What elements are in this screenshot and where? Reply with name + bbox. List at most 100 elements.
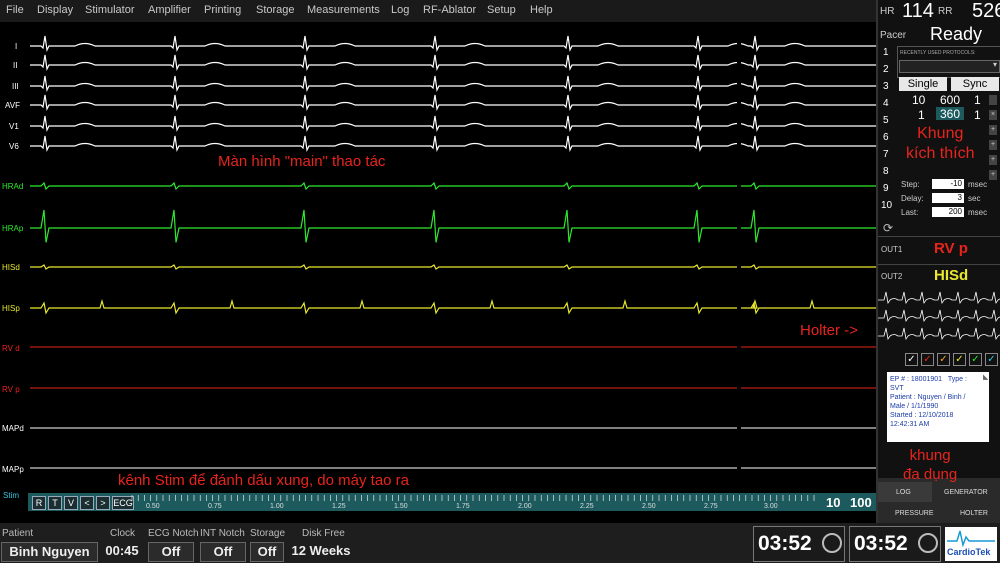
waveform-iii bbox=[30, 75, 876, 92]
s2-count[interactable]: 1 bbox=[918, 108, 925, 122]
storage-toggle[interactable]: Off bbox=[250, 542, 284, 562]
check-green[interactable]: ✓ bbox=[969, 353, 982, 366]
chevron-down-icon: ▾ bbox=[992, 60, 997, 69]
logo-ecg-icon bbox=[947, 530, 995, 547]
tick-label: 1.25 bbox=[332, 503, 346, 510]
rr-value: 526 bbox=[972, 0, 1000, 22]
last-label: Last: bbox=[901, 208, 919, 217]
menu-printing[interactable]: Printing bbox=[204, 4, 241, 16]
check-white[interactable]: ✓ bbox=[905, 353, 918, 366]
tab-holter[interactable]: HOLTER bbox=[960, 510, 988, 517]
s2-interval[interactable]: 360 bbox=[936, 107, 964, 121]
refresh-icon[interactable]: ⟳ bbox=[883, 221, 893, 235]
row-remove-button[interactable]: × bbox=[989, 110, 997, 120]
recent-protocols-label: RECENTLY USED PROTOCOLS: bbox=[900, 50, 976, 56]
s1-count[interactable]: 10 bbox=[912, 93, 925, 107]
pacer-status: Ready bbox=[930, 24, 983, 44]
pacer-label: Pacer bbox=[880, 30, 907, 41]
menu-bar: File Display Stimulator Amplifier Printi… bbox=[0, 0, 876, 22]
row-number: 4 bbox=[883, 98, 889, 109]
card-corner-icon: ◣ bbox=[983, 374, 989, 381]
s1-multiplier[interactable]: 1 bbox=[974, 93, 981, 107]
channel-label-stim: Stim bbox=[3, 491, 19, 500]
out1-label: OUT1 bbox=[881, 245, 903, 254]
tick-label: 1.75 bbox=[456, 503, 470, 510]
row-toggle-button[interactable] bbox=[989, 95, 997, 105]
menu-stimulator[interactable]: Stimulator bbox=[85, 4, 135, 16]
check-yellow[interactable]: ✓ bbox=[953, 353, 966, 366]
single-button[interactable]: Single bbox=[899, 77, 947, 91]
tab-log[interactable]: LOG bbox=[896, 489, 911, 496]
menu-storage[interactable]: Storage bbox=[256, 4, 295, 16]
row-number: 9 bbox=[883, 183, 889, 194]
s1-interval[interactable]: 600 bbox=[940, 93, 960, 107]
timer-2-value: 03:52 bbox=[854, 532, 908, 555]
menu-amplifier[interactable]: Amplifier bbox=[148, 4, 191, 16]
check-cyan[interactable]: ✓ bbox=[985, 353, 998, 366]
menu-file[interactable]: File bbox=[6, 4, 24, 16]
hr-value: 114 bbox=[902, 0, 934, 22]
timer-1-value: 03:52 bbox=[758, 532, 812, 555]
cardiotek-logo: CardioTek bbox=[945, 527, 997, 561]
row-number: 3 bbox=[883, 81, 889, 92]
started-time: 12:42:31 AM bbox=[890, 421, 930, 428]
tick-label: 2.75 bbox=[704, 503, 718, 510]
menu-log[interactable]: Log bbox=[391, 4, 409, 16]
patient-name[interactable]: Binh Nguyen bbox=[1, 542, 98, 562]
add-row-button[interactable]: + bbox=[989, 140, 997, 150]
protocol-select[interactable]: ▾ bbox=[899, 60, 1000, 73]
tick-label: 2.25 bbox=[580, 503, 594, 510]
out1-channel[interactable]: RV p bbox=[934, 240, 968, 257]
int-notch-toggle[interactable]: Off bbox=[200, 542, 246, 562]
patient-info-card: EP # : 18001901 Type : SVT Patient : Ngu… bbox=[887, 372, 989, 442]
waveform-hisp bbox=[30, 298, 876, 315]
delay-unit: sec bbox=[968, 194, 981, 203]
step-unit: msec bbox=[968, 180, 988, 189]
sweep-speed[interactable]: 10 bbox=[826, 495, 840, 510]
disk-free-label: Disk Free bbox=[302, 528, 345, 539]
menu-setup[interactable]: Setup bbox=[487, 4, 516, 16]
out2-channel[interactable]: HISd bbox=[934, 267, 968, 284]
tick-label: 2.00 bbox=[518, 503, 532, 510]
row-number: 10 bbox=[881, 200, 893, 211]
tick-label: 0.75 bbox=[208, 503, 222, 510]
menu-rf-ablator[interactable]: RF-Ablator bbox=[423, 4, 476, 16]
add-row-button[interactable]: + bbox=[989, 170, 997, 180]
waveform-i bbox=[30, 35, 876, 52]
last-field[interactable]: 200 bbox=[932, 207, 964, 217]
multipurpose-frame-annotation: khung đa dụng bbox=[903, 447, 958, 483]
logo-text: CardioTek bbox=[947, 547, 991, 557]
check-red[interactable]: ✓ bbox=[921, 353, 934, 366]
stopwatch-icon bbox=[822, 533, 842, 553]
s2-multiplier[interactable]: 1 bbox=[974, 108, 981, 122]
tab-pressure[interactable]: PRESSURE bbox=[895, 510, 934, 517]
delay-field[interactable]: 3 bbox=[932, 193, 964, 203]
type-value: SVT bbox=[890, 385, 904, 392]
holter-trace bbox=[878, 309, 1000, 323]
row-number: 5 bbox=[883, 115, 889, 126]
gain-value[interactable]: 100 bbox=[850, 495, 872, 510]
tick-label: 3.00 bbox=[764, 503, 778, 510]
step-field[interactable]: -10 bbox=[932, 179, 964, 189]
tick-label: 1.00 bbox=[270, 503, 284, 510]
patient-details: Male / 1/1/1990 bbox=[890, 403, 939, 410]
started-line: Started : 12/10/2018 bbox=[890, 412, 954, 419]
menu-measurements[interactable]: Measurements bbox=[307, 4, 380, 16]
tab-generator[interactable]: GENERATOR bbox=[944, 489, 988, 496]
hr-label: HR bbox=[880, 6, 895, 17]
menu-help[interactable]: Help bbox=[530, 4, 553, 16]
check-orange[interactable]: ✓ bbox=[937, 353, 950, 366]
waveform-v6 bbox=[30, 135, 876, 152]
clock-value: 00:45 bbox=[105, 543, 139, 558]
ecg-notch-toggle[interactable]: Off bbox=[148, 542, 194, 562]
annotation-stim: kênh Stim để đánh dấu xung, do máy tao r… bbox=[118, 472, 410, 489]
row-number: 2 bbox=[883, 64, 889, 75]
sync-button[interactable]: Sync bbox=[951, 77, 999, 91]
waveform-avf bbox=[30, 94, 876, 111]
menu-display[interactable]: Display bbox=[37, 4, 73, 16]
divider bbox=[878, 236, 1000, 237]
add-row-button[interactable]: + bbox=[989, 155, 997, 165]
holter-trace bbox=[878, 327, 1000, 341]
annotation-main: Màn hình "main" thao tác bbox=[218, 153, 386, 170]
add-row-button[interactable]: + bbox=[989, 125, 997, 135]
